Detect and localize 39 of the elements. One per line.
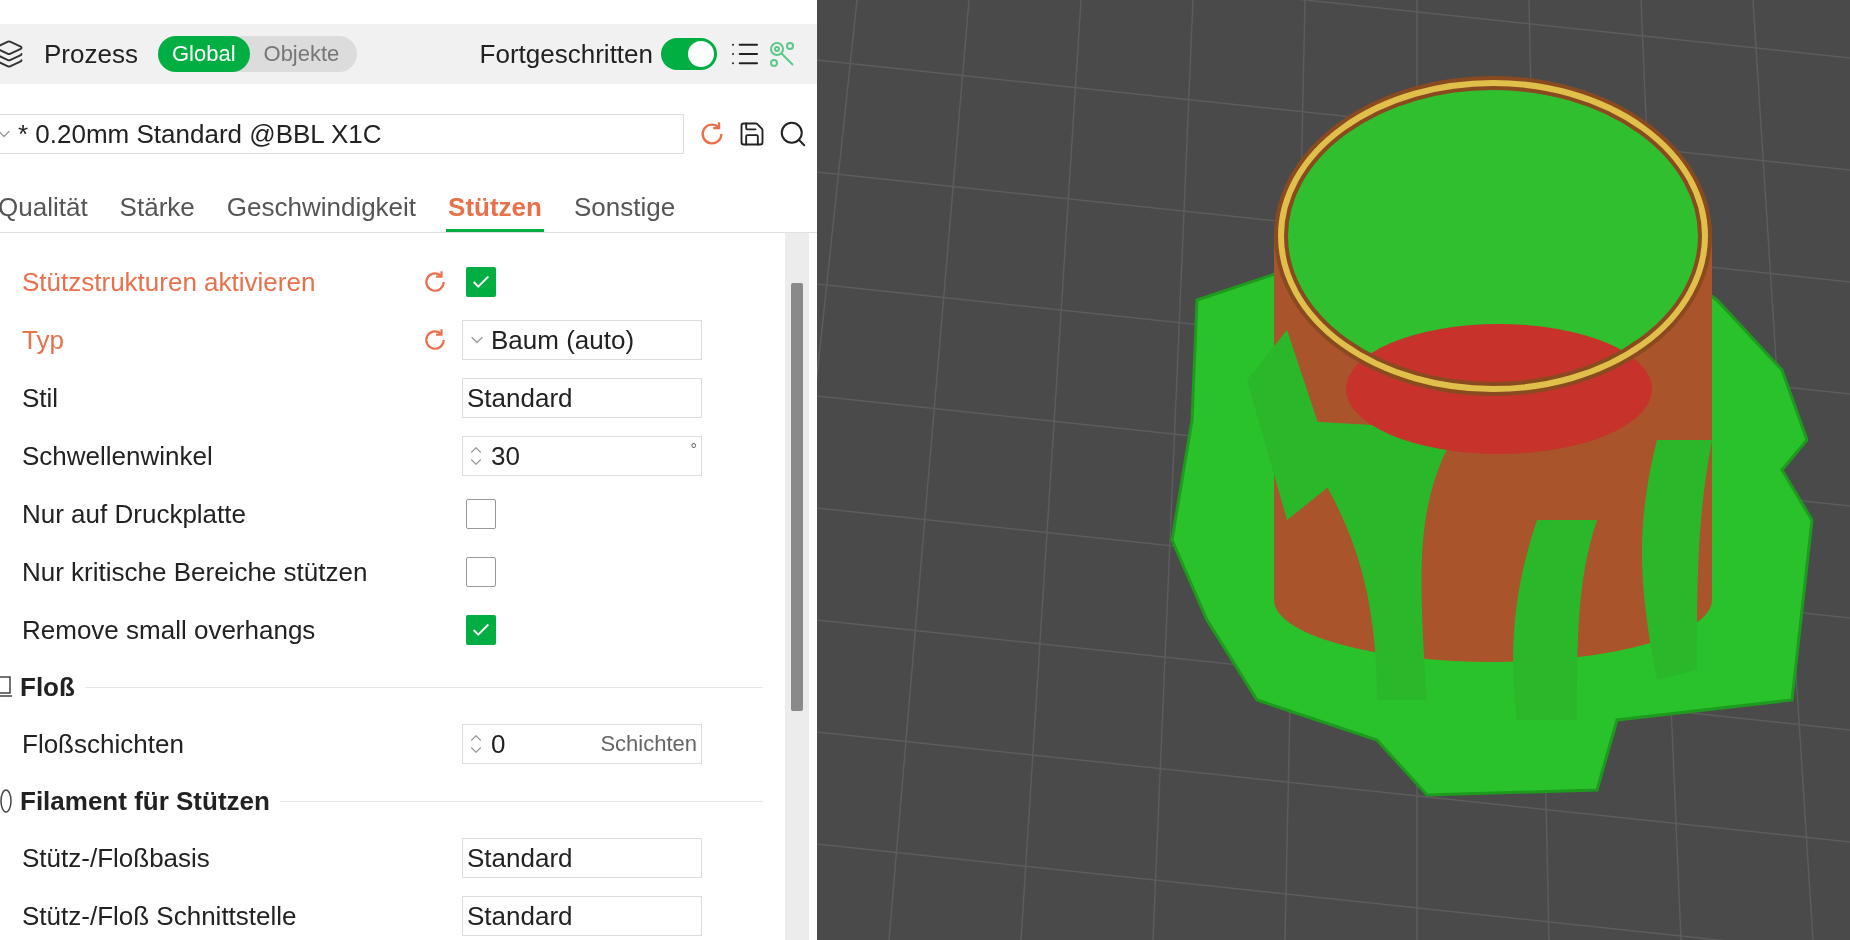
reset-icon[interactable] (422, 269, 448, 295)
advanced-toggle[interactable] (661, 38, 717, 70)
reset-icon[interactable] (422, 327, 448, 353)
section-title: Floß (20, 671, 75, 703)
plate-icon (0, 674, 14, 700)
checkbox[interactable] (466, 267, 496, 297)
setting-label: Stützstrukturen aktivieren (21, 266, 317, 298)
tab[interactable]: Sonstige (571, 186, 678, 232)
checkbox[interactable] (466, 615, 496, 645)
setting-label: Remove small overhangs (21, 614, 317, 646)
select-field[interactable]: Standard (462, 838, 702, 878)
setting-label: Stütz-/Floß Schnittstelle (21, 900, 298, 932)
section-title: Filament für Stützen (20, 785, 270, 817)
spool-icon (0, 788, 14, 814)
save-icon[interactable] (738, 120, 766, 148)
tab[interactable]: Qualität (0, 186, 90, 232)
spin-field[interactable]: 0 Schichten (462, 724, 702, 764)
setting-label: Nur kritische Bereiche stützen (21, 556, 369, 588)
setting-label: Schwellenwinkel (21, 440, 214, 472)
spin-field[interactable]: 30 ° (462, 436, 702, 476)
select-field[interactable]: Standard (462, 378, 702, 418)
checkbox[interactable] (466, 557, 496, 587)
panel-title: Prozess (44, 38, 138, 70)
setting-label: Stil (21, 382, 60, 414)
dropdown[interactable]: Baum (auto) (462, 320, 702, 360)
setting-label: Floßschichten (21, 728, 185, 760)
3d-viewport[interactable] (817, 0, 1850, 940)
scrollbar[interactable] (785, 233, 809, 940)
layers-icon (0, 39, 24, 69)
tab[interactable]: Geschwindigkeit (224, 186, 419, 232)
setting-label: Nur auf Druckplatte (21, 498, 247, 530)
tab[interactable]: Stärke (117, 186, 197, 232)
setting-label: Typ (21, 324, 65, 356)
checkbox[interactable] (466, 499, 496, 529)
advanced-label: Fortgeschritten (479, 38, 653, 70)
select-field[interactable]: Standard (462, 896, 702, 936)
search-icon[interactable] (778, 119, 808, 149)
preset-dropdown[interactable]: * 0.20mm Standard @BBL X1C (0, 114, 684, 154)
setting-label: Stütz-/Floßbasis (21, 842, 211, 874)
